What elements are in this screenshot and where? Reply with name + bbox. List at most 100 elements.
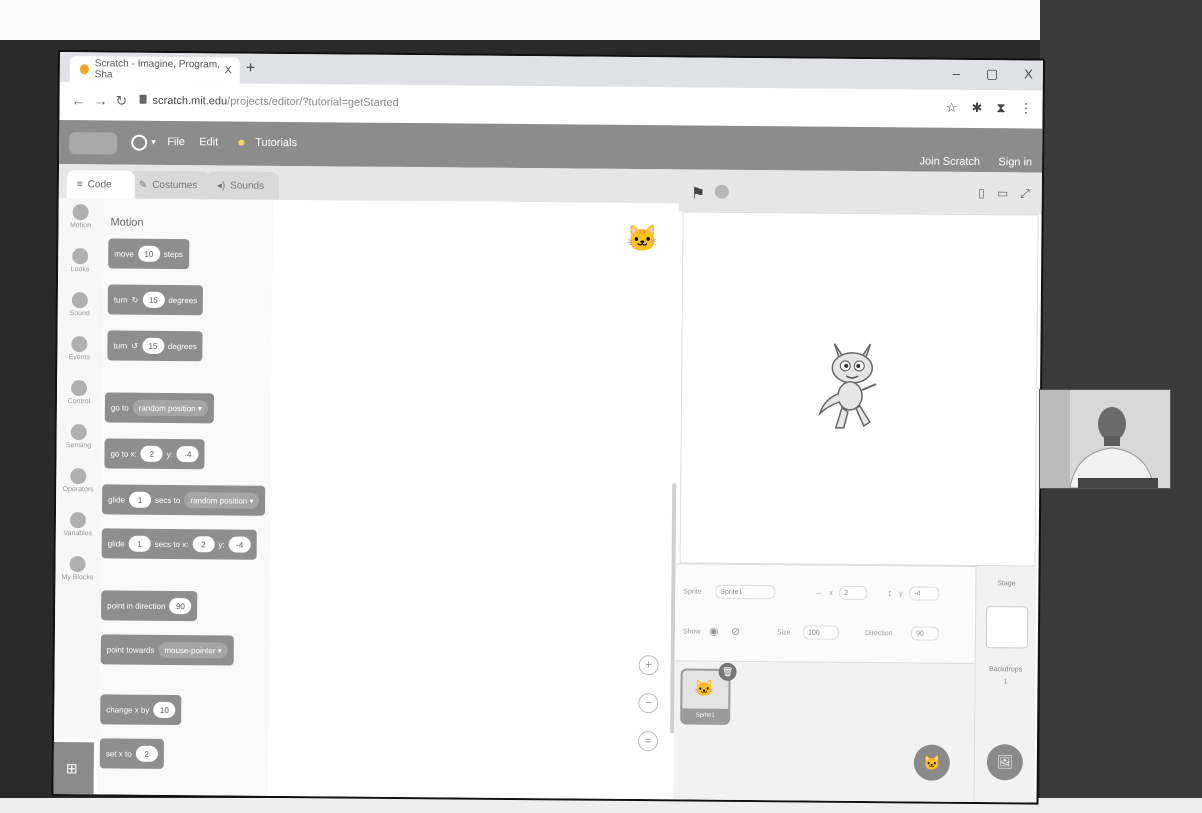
join-scratch-link[interactable]: Join Scratch [919, 156, 980, 169]
category-sensing[interactable]: Sensing [57, 424, 101, 449]
tab-title: Scratch - Imagine, Program, Sha [94, 58, 220, 81]
x-input[interactable]: 2 [192, 536, 215, 553]
scratch-logo[interactable] [69, 132, 118, 155]
block-turn-left[interactable]: turn ↺ 15 degrees [107, 330, 203, 362]
target-dropdown[interactable]: random position ▾ [132, 399, 208, 417]
block-turn-right[interactable]: turn ↻ 15 degrees [107, 284, 204, 316]
rotate-right-icon: ↻ [131, 295, 139, 305]
zoom-in-button[interactable]: + [638, 655, 659, 676]
hide-icon[interactable]: ⊘ [731, 625, 740, 638]
category-operators[interactable]: Operators [56, 468, 100, 493]
zoom-out-button[interactable]: − [638, 693, 659, 714]
y-position-input[interactable]: -4 [909, 586, 940, 601]
block-text: secs to x: [154, 539, 189, 549]
hourglass-icon[interactable]: ⧗ [996, 100, 1005, 116]
extensions-puzzle-icon[interactable]: ✱ [971, 100, 982, 116]
new-tab-button[interactable]: + [246, 60, 255, 78]
steps-input[interactable]: 10 [137, 245, 160, 262]
tab-sounds[interactable]: ◂) Sounds [206, 171, 279, 200]
show-label: Show [682, 628, 701, 636]
show-visible-icon[interactable]: ◉ [709, 625, 719, 638]
block-go-to[interactable]: go to random position ▾ [104, 392, 214, 424]
y-label: y [899, 590, 903, 598]
category-sound[interactable]: Sound [58, 292, 102, 317]
block-go-to-xy[interactable]: go to x: 2 y: -4 [104, 438, 206, 470]
secs-input[interactable]: 1 [128, 535, 151, 552]
category-looks[interactable]: Looks [58, 248, 102, 273]
reload-icon[interactable]: ↻ [116, 92, 128, 109]
browser-tab[interactable]: Scratch - Imagine, Program, Sha X [69, 56, 240, 84]
kebab-menu-icon[interactable]: ⋮ [1019, 100, 1032, 116]
block-set-x[interactable]: set x to 2 [99, 738, 164, 769]
sprite-name-input[interactable]: Sprite1 [715, 584, 776, 600]
person-video-icon [1040, 390, 1170, 488]
size-input[interactable]: 100 [802, 625, 840, 640]
block-glide-to[interactable]: glide 1 secs to random position ▾ [101, 484, 266, 516]
x-input[interactable]: 2 [140, 445, 163, 462]
block-move-steps[interactable]: move 10 steps [108, 238, 190, 270]
stage-thumbnail[interactable] [985, 606, 1029, 649]
stage-canvas[interactable] [679, 211, 1039, 567]
block-text: go to [110, 402, 129, 413]
direction-label: Direction [864, 630, 893, 638]
globe-icon[interactable] [131, 134, 148, 151]
y-input[interactable]: -4 [176, 446, 200, 463]
normal-stage-icon[interactable]: ▭ [997, 186, 1008, 201]
secs-input[interactable]: 1 [128, 491, 152, 508]
tab-close-icon[interactable]: X [224, 64, 231, 76]
file-menu[interactable]: File [167, 136, 185, 148]
category-label: My Blocks [61, 574, 94, 582]
image-add-icon: 🖼 [996, 754, 1014, 770]
zoom-reset-button[interactable]: = [637, 731, 659, 752]
script-area[interactable]: 🐱 + − = [267, 199, 679, 800]
tab-code[interactable]: ≡ Code [66, 170, 135, 199]
degrees-input[interactable]: 15 [141, 337, 165, 354]
url-field[interactable]: scratch.mit.edu/projects/editor/?tutoria… [139, 94, 399, 109]
tutorials-menu[interactable]: Tutorials [255, 137, 297, 149]
edit-menu[interactable]: Edit [199, 136, 218, 148]
block-change-x[interactable]: change x by 10 [100, 694, 182, 726]
tab-costumes[interactable]: ✎ Costumes [128, 170, 209, 200]
maximize-button[interactable]: ▢ [986, 66, 998, 82]
category-my-blocks[interactable]: My Blocks [55, 556, 99, 581]
star-icon[interactable]: ☆ [946, 100, 958, 116]
x-set-input[interactable]: 2 [135, 745, 158, 762]
add-extension-button[interactable]: ⊞ [53, 741, 94, 795]
fullscreen-icon[interactable]: ⤢ [1020, 186, 1030, 201]
category-label: Variables [63, 530, 93, 538]
sign-in-link[interactable]: Sign in [998, 156, 1032, 168]
category-variables[interactable]: Variables [56, 512, 100, 537]
forward-arrow-icon[interactable]: → [94, 92, 108, 108]
direction-input[interactable]: 90 [169, 597, 192, 615]
delete-sprite-icon[interactable]: 🗑 [718, 662, 737, 681]
block-point-towards[interactable]: point towards mouse-pointer ▾ [100, 634, 234, 666]
choose-backdrop-button[interactable]: 🖼 [986, 744, 1023, 781]
x-position-input[interactable]: 2 [839, 585, 868, 601]
degrees-input[interactable]: 15 [142, 291, 165, 308]
minimize-button[interactable]: – [953, 66, 960, 82]
target-dropdown[interactable]: mouse-pointer ▾ [158, 641, 228, 659]
toolbar-icons: ☆ ✱ ⧗ ⋮ [946, 100, 1033, 117]
x-change-input[interactable]: 10 [153, 701, 176, 719]
category-events[interactable]: Events [57, 336, 101, 361]
block-text: steps [163, 249, 183, 259]
stop-sign-icon[interactable] [714, 184, 729, 199]
block-glide-xy[interactable]: glide 1 secs to x: 2 y: -4 [101, 528, 257, 560]
block-text: set x to [105, 748, 132, 759]
stage-layout-buttons: ▯ ▭ ⤢ [978, 186, 1030, 201]
cat-sprite[interactable] [812, 334, 893, 435]
sprite-info: Sprite Sprite1 ↔ x 2 ↕ y -4 Show ◉ ⊘ Siz… [674, 564, 976, 665]
target-dropdown[interactable]: random position ▾ [184, 492, 260, 509]
green-flag-icon[interactable]: ⚑ [691, 184, 706, 204]
y-input[interactable]: -4 [228, 536, 251, 553]
back-arrow-icon[interactable]: ← [72, 92, 86, 108]
direction-input[interactable]: 90 [910, 626, 940, 641]
small-stage-icon[interactable]: ▯ [978, 186, 985, 201]
chevron-down-icon: ▾ [151, 136, 156, 147]
close-window-button[interactable]: X [1024, 66, 1033, 82]
block-point-direction[interactable]: point in direction 90 [101, 590, 198, 622]
category-control[interactable]: Control [57, 380, 101, 405]
choose-sprite-button[interactable]: 🐱 [913, 744, 950, 781]
sprite-thumbnail[interactable]: 🐱 🗑 Sprite1 [680, 662, 737, 725]
category-motion[interactable]: Motion [58, 204, 102, 229]
